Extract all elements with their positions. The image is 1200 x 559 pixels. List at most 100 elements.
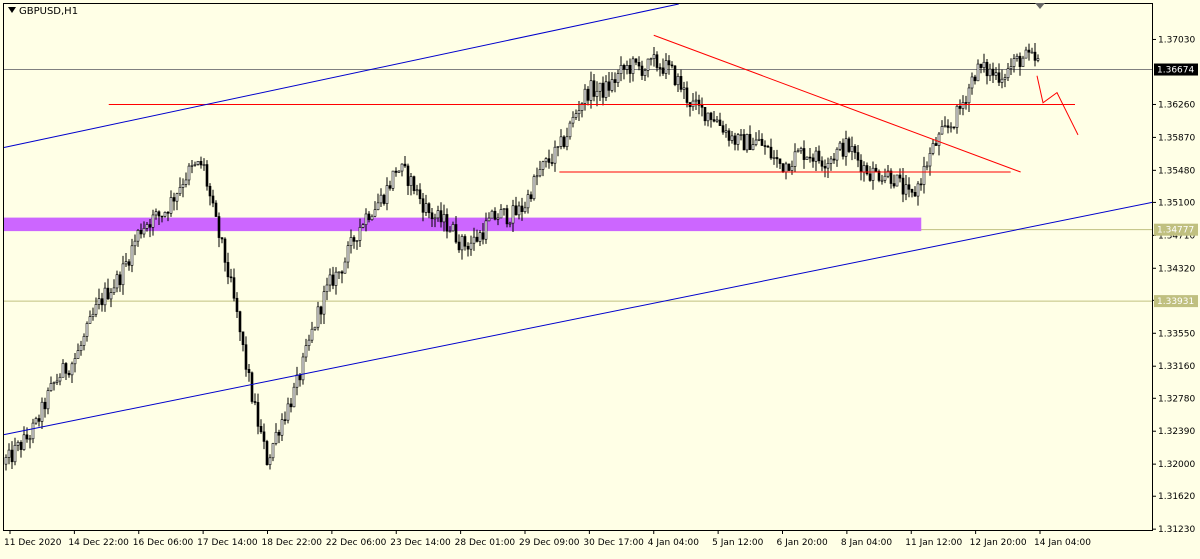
candle-body — [706, 112, 710, 122]
candle-body — [718, 119, 722, 126]
candle-body — [973, 76, 977, 82]
x-tick-label: 18 Dec 22:00 — [262, 538, 323, 548]
candle-body — [121, 263, 125, 286]
candle-body — [814, 150, 818, 162]
candle-body — [829, 158, 833, 164]
candle-body — [130, 245, 134, 266]
x-tick-label: 14 Dec 22:00 — [68, 538, 129, 548]
candle-body — [595, 90, 599, 97]
candle-body — [826, 163, 830, 169]
candle-body — [922, 166, 926, 185]
candle-body — [514, 205, 518, 216]
candle-body — [553, 146, 557, 164]
candle-body — [889, 170, 893, 184]
y-tick-label: 1.31230 — [1158, 525, 1195, 535]
candle-body — [628, 65, 632, 74]
candle-body — [946, 125, 950, 128]
candle-body — [361, 224, 365, 228]
candle-body — [763, 145, 767, 147]
x-tick-label: 30 Dec 17:00 — [583, 538, 644, 548]
candle-body — [868, 173, 872, 181]
candle-body — [463, 236, 467, 247]
candle-body — [64, 363, 68, 374]
candle-body — [913, 192, 917, 197]
y-tick-label: 1.34320 — [1158, 264, 1195, 274]
candle-body — [808, 156, 812, 159]
candle-body — [991, 68, 995, 76]
candle-body — [172, 197, 176, 202]
price-chart[interactable]: GBPUSD,H1 1.37030 1.36260 1.35870 1.35480 1.… — [0, 0, 1200, 555]
candle-body — [274, 431, 278, 444]
candle-body — [724, 130, 728, 133]
candle-body — [994, 72, 998, 76]
candle-body — [1015, 55, 1019, 59]
candle-body — [1003, 77, 1007, 80]
candle-body — [472, 236, 476, 244]
candle-body — [331, 274, 335, 286]
candle-body — [505, 208, 509, 225]
chart-svg[interactable]: GBPUSD,H1 1.37030 1.36260 1.35870 1.35480 1.… — [0, 0, 1200, 555]
candle-body — [61, 363, 65, 378]
candle-body — [637, 62, 641, 67]
candle-body — [13, 444, 17, 463]
candle-body — [340, 271, 344, 274]
candle-body — [283, 419, 287, 421]
candle-body — [658, 67, 662, 69]
candle-body — [928, 153, 932, 167]
candle-body — [721, 125, 725, 133]
candle-body — [1033, 51, 1037, 61]
candle-body — [559, 136, 563, 147]
level-price-label: 1.33931 — [1157, 297, 1194, 307]
candle-body — [649, 58, 653, 60]
candle-body — [457, 241, 461, 251]
candle-body — [652, 54, 656, 59]
candle-body — [190, 165, 194, 167]
candle-body — [736, 134, 740, 145]
candle-body — [841, 142, 845, 157]
candle-body — [967, 87, 971, 104]
current-price-label: 1.36674 — [1157, 66, 1194, 76]
candle-body — [676, 76, 680, 86]
candle-body — [97, 298, 101, 305]
candle-body — [547, 158, 551, 163]
candle-body — [508, 222, 512, 225]
candle-body — [769, 146, 773, 159]
candle-body — [781, 163, 785, 173]
candle-body — [862, 165, 866, 173]
candle-body — [214, 202, 218, 217]
x-tick-label: 22 Dec 06:00 — [326, 538, 387, 548]
candle-body — [589, 80, 593, 101]
candle-body — [784, 163, 788, 173]
y-tick-label: 1.35100 — [1158, 198, 1195, 208]
candle-body — [988, 68, 992, 77]
candle-body — [202, 164, 206, 166]
candle-body — [949, 126, 953, 129]
candle-body — [844, 138, 848, 157]
candle-body — [673, 65, 677, 86]
candle-body — [883, 175, 887, 181]
candle-body — [715, 119, 719, 122]
candle-body — [271, 443, 275, 459]
y-tick-label: 1.37030 — [1158, 35, 1195, 45]
candle-body — [289, 403, 293, 408]
candle-body — [265, 441, 269, 466]
candle-body — [1030, 51, 1034, 54]
candle-body — [388, 185, 392, 189]
candle-body — [820, 160, 824, 167]
candle-body — [112, 287, 116, 293]
candle-body — [256, 402, 260, 427]
candle-body — [871, 167, 875, 181]
candle-body — [823, 166, 827, 169]
candle-body — [610, 79, 614, 91]
candle-body — [445, 214, 449, 232]
candle-body — [565, 136, 569, 147]
candle-body — [523, 207, 527, 213]
candle-body — [259, 426, 263, 433]
candle-body — [85, 323, 89, 337]
candle-body — [433, 217, 437, 220]
candle-body — [847, 138, 851, 152]
candle-body — [421, 198, 425, 213]
candle-body — [700, 104, 704, 108]
candle-body — [934, 143, 938, 146]
candle-body — [28, 438, 32, 441]
